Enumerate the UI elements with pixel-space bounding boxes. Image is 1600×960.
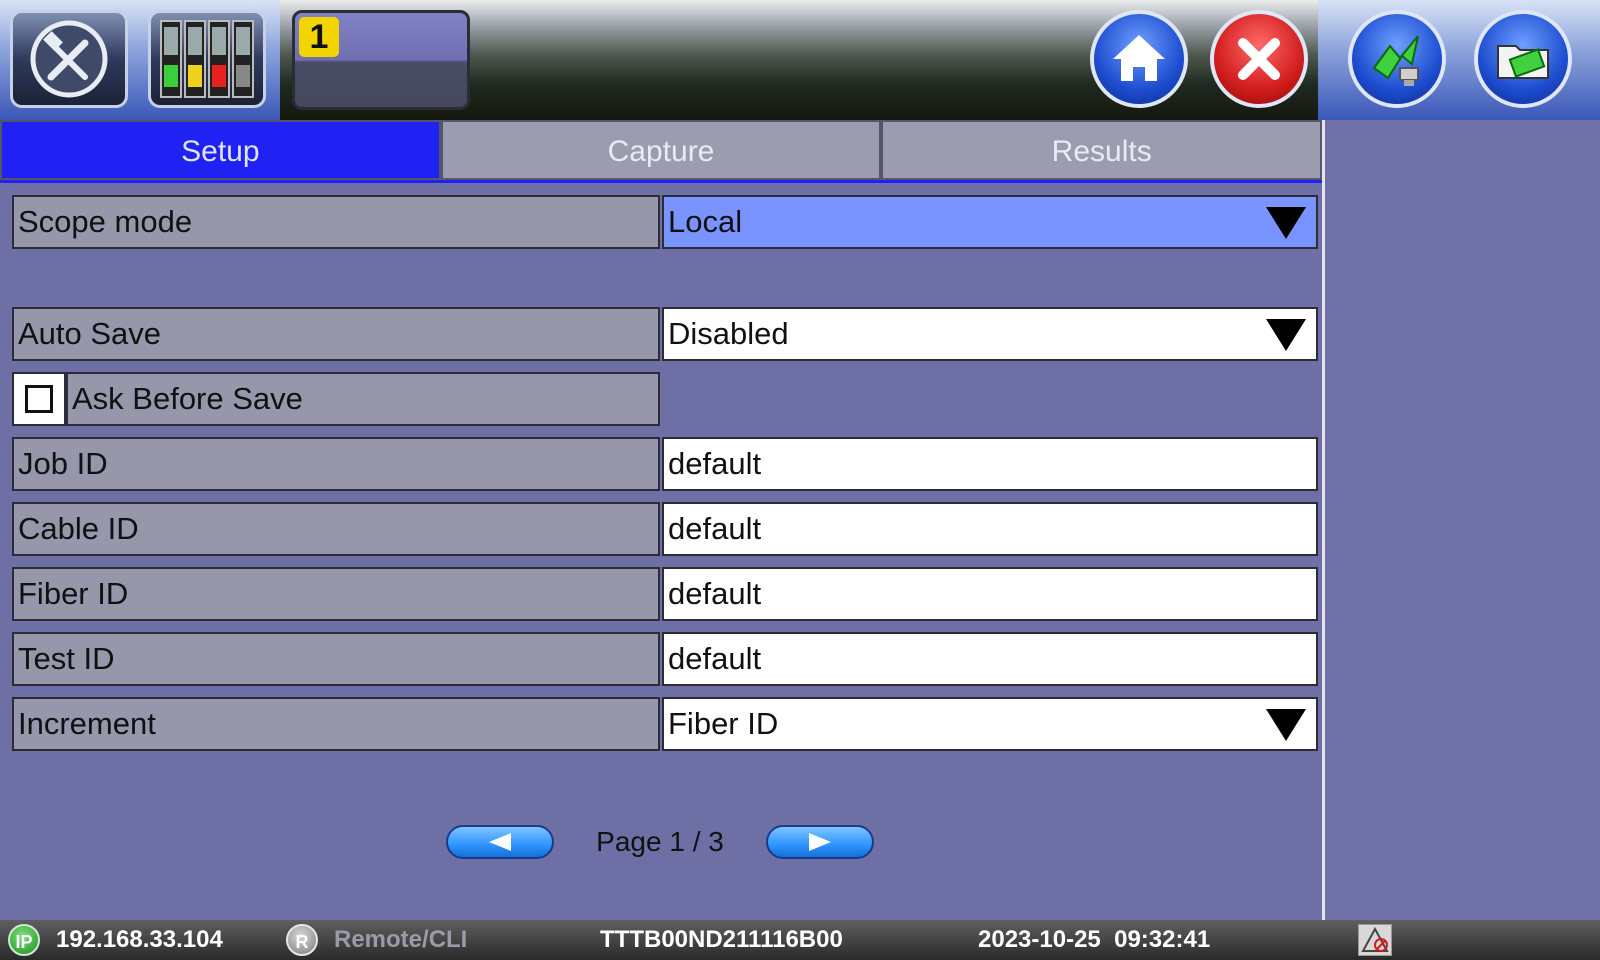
dropdown-arrow-icon	[1266, 709, 1306, 741]
increment-row: Increment Fiber ID	[12, 697, 1318, 751]
remote-connect-button[interactable]	[1348, 10, 1446, 108]
increment-value: Fiber ID	[668, 706, 779, 741]
test-tab-1[interactable]: 1	[292, 10, 470, 110]
fiber-id-row: Fiber ID default	[12, 567, 1318, 621]
previous-page-button[interactable]	[446, 825, 554, 859]
arrow-left-icon	[489, 833, 511, 851]
dropdown-arrow-icon	[1266, 319, 1306, 351]
increment-dropdown[interactable]: Fiber ID	[662, 697, 1318, 751]
scope-mode-dropdown[interactable]: Local	[662, 195, 1318, 249]
close-button[interactable]	[1210, 10, 1308, 108]
remote-cli-status: Remote/CLI	[334, 926, 468, 953]
side-panel	[1322, 120, 1600, 920]
remote-status-icon: R	[286, 924, 318, 956]
auto-save-dropdown[interactable]: Disabled	[662, 307, 1318, 361]
tab-capture[interactable]: Capture	[440, 120, 882, 180]
file-manager-icon	[1497, 45, 1549, 79]
checkbox-square-icon	[25, 385, 53, 413]
tab-setup[interactable]: Setup	[0, 120, 441, 180]
cable-id-row: Cable ID default	[12, 502, 1318, 556]
file-manager-button[interactable]	[1474, 10, 1572, 108]
scope-mode-row: Scope mode Local	[12, 195, 1318, 249]
job-id-field[interactable]: default	[662, 437, 1318, 491]
fiber-id-field[interactable]: default	[662, 567, 1318, 621]
test-modules-icon	[160, 20, 254, 98]
ask-before-save-checkbox[interactable]	[12, 372, 66, 426]
test-id-label: Test ID	[12, 632, 660, 686]
close-icon	[1238, 38, 1280, 80]
page-indicator: Page 1 / 3	[596, 826, 724, 857]
cable-id-label: Cable ID	[12, 502, 660, 556]
scope-mode-label: Scope mode	[12, 195, 660, 249]
top-toolbar: 1	[0, 0, 1600, 120]
job-id-row: Job ID default	[12, 437, 1318, 491]
auto-save-value: Disabled	[668, 316, 789, 351]
remote-connect-icon	[1372, 35, 1419, 86]
date-time: 2023-10-25 09:32:41	[978, 926, 1211, 953]
arrow-right-icon	[809, 833, 831, 851]
scope-mode-value: Local	[668, 204, 743, 239]
next-page-button[interactable]	[766, 825, 874, 859]
auto-save-row: Auto Save Disabled	[12, 307, 1318, 361]
ip-status-icon: IP	[8, 924, 40, 956]
auto-save-label: Auto Save	[12, 307, 660, 361]
home-button[interactable]	[1090, 10, 1188, 108]
ip-address: 192.168.33.104	[56, 926, 223, 953]
status-bar: IP 192.168.33.104 R Remote/CLI TTTB00ND2…	[0, 920, 1600, 960]
test-modules-button[interactable]	[148, 10, 266, 108]
job-id-label: Job ID	[12, 437, 660, 491]
ask-before-save-label: Ask Before Save	[66, 372, 660, 426]
ask-before-save-row: Ask Before Save	[12, 372, 660, 426]
fiber-id-label: Fiber ID	[12, 567, 660, 621]
tab-bar: Setup Capture Results	[0, 120, 1323, 182]
alarm-status-icon[interactable]	[1358, 924, 1392, 956]
tools-icon	[30, 20, 108, 98]
test-id-row: Test ID default	[12, 632, 1318, 686]
test-id-field[interactable]: default	[662, 632, 1318, 686]
setup-panel: Scope mode Local Auto Save Disabled Ask …	[0, 183, 1322, 920]
tab-results[interactable]: Results	[881, 120, 1323, 180]
increment-label: Increment	[12, 697, 660, 751]
tools-button[interactable]	[10, 10, 128, 108]
serial-number: TTTB00ND211116B00	[600, 926, 843, 953]
dropdown-arrow-icon	[1266, 207, 1306, 239]
home-icon	[1113, 35, 1165, 81]
cable-id-field[interactable]: default	[662, 502, 1318, 556]
test-number-badge: 1	[299, 17, 339, 57]
